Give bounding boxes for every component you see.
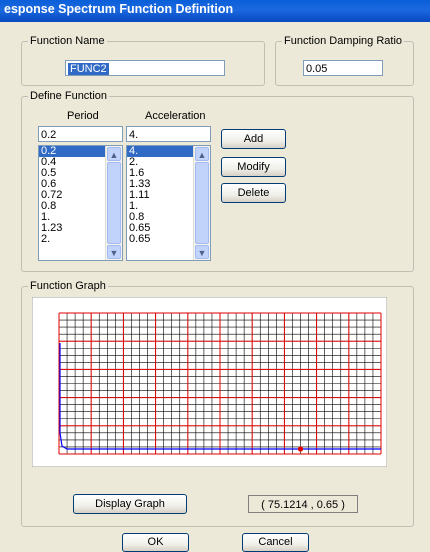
acceleration-header: Acceleration xyxy=(145,110,206,122)
scroll-thumb[interactable] xyxy=(107,162,121,244)
define-function-legend: Define Function xyxy=(30,90,108,102)
display-graph-button[interactable]: Display Graph xyxy=(73,494,187,514)
function-name-legend: Function Name xyxy=(30,35,105,47)
acceleration-list-scrollbar[interactable]: ▲ ▼ xyxy=(193,146,210,260)
function-graph[interactable] xyxy=(32,297,387,467)
scroll-down-icon[interactable]: ▼ xyxy=(195,245,209,259)
window-title: esponse Spectrum Function Definition xyxy=(4,2,234,16)
period-list-scrollbar[interactable]: ▲ ▼ xyxy=(105,146,122,260)
period-input[interactable]: 0.2 xyxy=(38,126,123,142)
acceleration-list[interactable]: 4. 2. 1.6 1.33 1.11 1. 0.8 0.65 0.65 ▲ ▼ xyxy=(126,145,211,261)
title-bar[interactable]: esponse Spectrum Function Definition xyxy=(0,0,430,22)
graph-canvas xyxy=(32,297,387,467)
cancel-button[interactable]: Cancel xyxy=(242,533,309,552)
function-name-value: FUNC2 xyxy=(68,63,109,75)
scroll-down-icon[interactable]: ▼ xyxy=(107,245,121,259)
modify-button[interactable]: Modify xyxy=(221,157,286,177)
period-list[interactable]: 0.2 0.4 0.5 0.6 0.72 0.8 1. 1.23 2. ▲ ▼ xyxy=(38,145,123,261)
cursor-marker xyxy=(297,446,304,452)
scroll-up-icon[interactable]: ▲ xyxy=(195,147,209,161)
add-button[interactable]: Add xyxy=(221,129,286,149)
acceleration-input[interactable]: 4. xyxy=(126,126,211,142)
period-header: Period xyxy=(67,110,99,122)
delete-button[interactable]: Delete xyxy=(221,183,286,203)
damping-input[interactable]: 0.05 xyxy=(303,60,383,76)
function-graph-legend: Function Graph xyxy=(30,280,106,292)
scroll-up-icon[interactable]: ▲ xyxy=(107,147,121,161)
damping-legend: Function Damping Ratio xyxy=(284,35,403,47)
coordinate-readout: ( 75.1214 , 0.65 ) xyxy=(248,495,358,513)
function-name-input[interactable]: FUNC2 xyxy=(65,60,225,76)
ok-button[interactable]: OK xyxy=(122,533,189,552)
scroll-thumb[interactable] xyxy=(195,162,209,244)
